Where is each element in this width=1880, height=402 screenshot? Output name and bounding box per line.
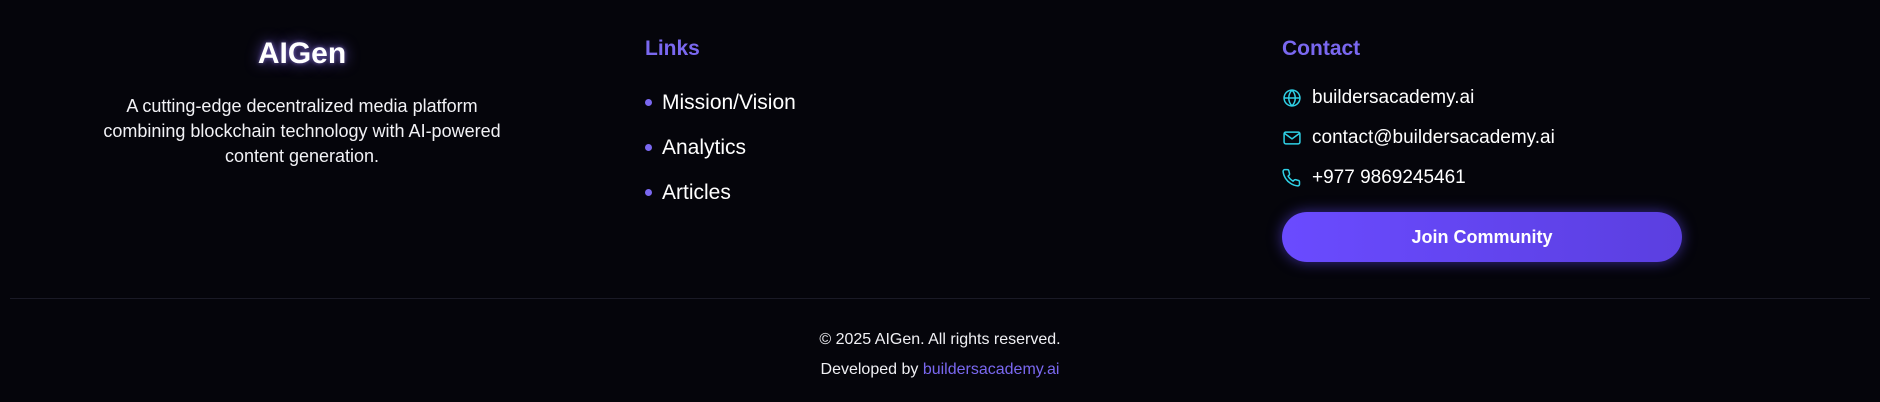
bullet-dot-icon (645, 189, 652, 196)
site-footer: AIGen A cutting-edge decentralized media… (0, 0, 1880, 402)
join-community-button[interactable]: Join Community (1282, 212, 1682, 262)
link-analytics[interactable]: Analytics (645, 125, 796, 170)
links-column: Links Mission/Vision Analytics Articles (645, 36, 796, 215)
contact-phone[interactable]: +977 9869245461 (1282, 158, 1682, 198)
link-articles[interactable]: Articles (645, 170, 796, 215)
globe-icon (1282, 88, 1302, 108)
developer-link[interactable]: buildersacademy.ai (923, 361, 1060, 378)
phone-text[interactable]: +977 9869245461 (1312, 167, 1466, 189)
developed-by: Developed by buildersacademy.ai (0, 360, 1880, 380)
contact-email[interactable]: contact@buildersacademy.ai (1282, 118, 1682, 158)
website-text[interactable]: buildersacademy.ai (1312, 87, 1474, 109)
copyright-text: © 2025 AIGen. All rights reserved. (819, 331, 1061, 348)
mail-icon (1282, 128, 1302, 148)
contact-heading: Contact (1282, 37, 1361, 60)
phone-icon (1282, 168, 1302, 188)
bullet-dot-icon (645, 144, 652, 151)
links-list: Mission/Vision Analytics Articles (645, 80, 796, 215)
links-heading: Links (645, 37, 700, 60)
developed-by-prefix: Developed by (820, 361, 923, 378)
email-text[interactable]: contact@buildersacademy.ai (1312, 127, 1555, 149)
brand-column: AIGen A cutting-edge decentralized media… (82, 34, 522, 169)
link-articles-label[interactable]: Articles (662, 181, 731, 205)
link-mission-vision-label[interactable]: Mission/Vision (662, 91, 796, 115)
footer-bottom: © 2025 AIGen. All rights reserved. Devel… (0, 330, 1880, 380)
link-mission-vision[interactable]: Mission/Vision (645, 80, 796, 125)
bullet-dot-icon (645, 99, 652, 106)
contact-website[interactable]: buildersacademy.ai (1282, 78, 1682, 118)
contact-list: buildersacademy.ai contact@buildersacade… (1282, 78, 1682, 198)
footer-divider (10, 298, 1870, 299)
contact-column: Contact buildersacademy.ai contact@build… (1282, 36, 1682, 262)
brand-logo-text: AIGen (257, 37, 347, 70)
brand-description: A cutting-edge decentralized media platf… (103, 96, 501, 166)
link-analytics-label[interactable]: Analytics (662, 136, 746, 160)
